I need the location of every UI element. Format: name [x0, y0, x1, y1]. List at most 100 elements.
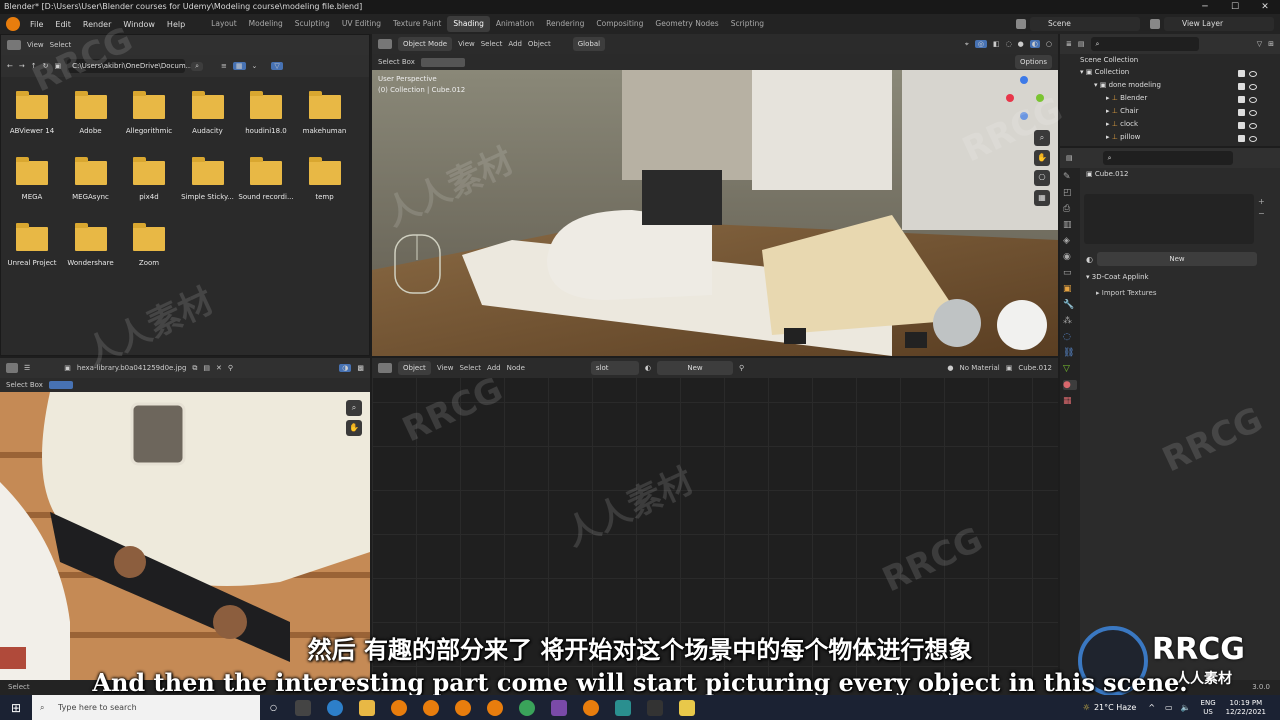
ie-pan-icon[interactable]: ✋ — [346, 420, 362, 436]
workspace-tab[interactable]: Rendering — [540, 16, 590, 32]
blender-taskbar-icon[interactable] — [454, 699, 471, 716]
search-icon[interactable]: ⌕ — [191, 61, 204, 71]
viewport-scene[interactable] — [372, 70, 1058, 356]
view-channels-icon[interactable]: ◑ — [339, 364, 352, 372]
material-name[interactable]: No Material — [960, 364, 1000, 372]
blender-taskbar-icon[interactable] — [390, 699, 407, 716]
eye-icon[interactable] — [1249, 109, 1257, 116]
data-tab-icon[interactable]: ▽ — [1063, 364, 1077, 374]
outliner-display-icon[interactable]: ▤ — [1078, 40, 1085, 48]
outliner-item-done-modeling[interactable]: ▾ ▣ done modeling — [1094, 79, 1161, 92]
close-button[interactable]: ✕ — [1250, 0, 1280, 14]
world-tab-icon[interactable]: ◉ — [1063, 252, 1077, 262]
outliner-search[interactable]: ⌕ — [1090, 37, 1199, 51]
folder-item[interactable]: Audacity — [180, 91, 236, 135]
workspace-tab[interactable]: Compositing — [590, 16, 649, 32]
network-icon[interactable]: ▭ — [1165, 703, 1173, 712]
chrome-icon[interactable] — [518, 699, 535, 716]
particles-tab-icon[interactable]: ⁂ — [1063, 316, 1077, 326]
folder-item[interactable]: temp — [297, 157, 353, 201]
view-layer-tab-icon[interactable]: ▥ — [1063, 220, 1077, 230]
image-close-icon[interactable]: ✕ — [216, 364, 222, 372]
sort-icon[interactable]: ⌄ — [252, 62, 258, 70]
viewport-editor-icon[interactable] — [378, 39, 392, 49]
scene-tab-icon[interactable]: ◈ — [1063, 236, 1077, 246]
view-layer-icon[interactable] — [1150, 19, 1160, 29]
ne-view-menu[interactable]: View — [437, 364, 454, 372]
workspace-tab[interactable]: UV Editing — [336, 16, 387, 32]
pin-icon[interactable]: ⚲ — [228, 364, 233, 372]
material-slots-list[interactable] — [1084, 194, 1254, 244]
image-new-icon[interactable]: ⧉ — [192, 364, 197, 373]
exclude-checkbox[interactable] — [1238, 109, 1245, 116]
image-editor-type-icon[interactable] — [6, 363, 18, 373]
thumbnail-mode-icon[interactable]: ▦ — [232, 62, 246, 70]
tool-tab-icon[interactable]: ✎ — [1063, 172, 1077, 182]
minimize-button[interactable]: ─ — [1190, 0, 1220, 14]
object-tab-icon[interactable]: ▣ — [1063, 284, 1077, 294]
explorer-icon[interactable] — [358, 699, 375, 716]
eye-icon[interactable] — [1249, 135, 1257, 142]
folder-item[interactable]: MEGA — [4, 157, 60, 201]
image-open-icon[interactable]: ▤ — [203, 364, 210, 372]
modifier-tab-icon[interactable]: 🔧 — [1063, 300, 1077, 310]
taskbar-search[interactable]: ⌕ Type here to search — [32, 695, 260, 720]
menu-help[interactable]: Help — [161, 20, 191, 29]
image-display-icon[interactable]: ▩ — [357, 364, 364, 372]
exclude-checkbox[interactable] — [1238, 83, 1245, 90]
shading-solid-icon[interactable]: ● — [1018, 40, 1024, 48]
vp-add-menu[interactable]: Add — [508, 40, 522, 48]
node-object-select[interactable]: Object — [398, 361, 431, 375]
remove-slot-icon[interactable]: − — [1258, 208, 1265, 220]
maximize-button[interactable]: ☐ — [1220, 0, 1250, 14]
ne-node-menu[interactable]: Node — [507, 364, 525, 372]
task-view-icon[interactable]: ○ — [270, 703, 277, 712]
physics-tab-icon[interactable]: ◌ — [1063, 332, 1077, 342]
clock[interactable]: 10:19 PM 12/22/2021 — [1226, 699, 1266, 717]
import-textures-row[interactable]: ▸ Import Textures — [1096, 289, 1156, 297]
folder-item[interactable]: makehuman — [297, 91, 353, 135]
volume-icon[interactable]: 🔈 — [1181, 703, 1191, 712]
image-browse-icon[interactable]: ▣ — [64, 364, 71, 372]
edge-icon[interactable] — [326, 699, 343, 716]
outliner-type-icon[interactable]: ≣ — [1066, 40, 1072, 48]
editor-type-icon[interactable] — [7, 40, 21, 50]
taskbar-app-icon[interactable] — [550, 699, 567, 716]
render-tab-icon[interactable]: ◰ — [1063, 188, 1077, 198]
properties-search[interactable]: ⌕ — [1102, 151, 1233, 165]
folder-item[interactable]: MEGAsync — [63, 157, 119, 201]
vp-view-menu[interactable]: View — [458, 40, 475, 48]
ie-select-mode-icons[interactable] — [48, 381, 73, 389]
exclude-checkbox[interactable] — [1238, 96, 1245, 103]
eye-icon[interactable] — [1249, 122, 1257, 129]
folder-item[interactable]: Sound recordi... — [238, 157, 294, 201]
weather-label[interactable]: 21°C Haze — [1094, 703, 1136, 712]
fb-view-menu[interactable]: View — [27, 41, 44, 49]
vp-object-menu[interactable]: Object — [528, 40, 551, 48]
workspace-tab[interactable]: Animation — [490, 16, 540, 32]
pan-hand-icon[interactable]: ✋ — [1034, 150, 1050, 166]
exclude-checkbox[interactable] — [1238, 122, 1245, 129]
folder-item[interactable]: pix4d — [121, 157, 177, 201]
display-mode-icon[interactable]: ≡ — [221, 62, 227, 70]
folder-item[interactable]: Unreal Project — [4, 223, 60, 267]
gizmo-z-axis[interactable] — [1020, 76, 1028, 84]
new-material-button[interactable]: New — [657, 361, 733, 375]
properties-new-material-button[interactable]: New — [1096, 252, 1257, 266]
terminal-icon[interactable] — [646, 699, 663, 716]
blender-taskbar-icon[interactable] — [582, 699, 599, 716]
workspace-tab[interactable]: Scripting — [725, 16, 770, 32]
eye-icon[interactable] — [1249, 96, 1257, 103]
menu-edit[interactable]: Edit — [49, 20, 77, 29]
workspace-tab[interactable]: Layout — [205, 16, 243, 32]
folder-item[interactable]: ABViewer 14 — [4, 91, 60, 135]
folder-item[interactable]: Adobe — [63, 91, 119, 135]
collection-row[interactable]: ▾ ▣ Collection — [1080, 66, 1129, 79]
tray-chevron-icon[interactable]: ^ — [1148, 703, 1155, 712]
blender-logo-icon[interactable] — [6, 17, 20, 31]
addon-panel-header[interactable]: ▾ 3D-Coat Applink — [1086, 273, 1149, 281]
ne-select-menu[interactable]: Select — [459, 364, 481, 372]
ie-zoom-icon[interactable]: ⌕ — [346, 400, 362, 416]
taskbar-app-icon[interactable] — [294, 699, 311, 716]
material-browse-icon[interactable]: ◐ — [645, 364, 651, 372]
